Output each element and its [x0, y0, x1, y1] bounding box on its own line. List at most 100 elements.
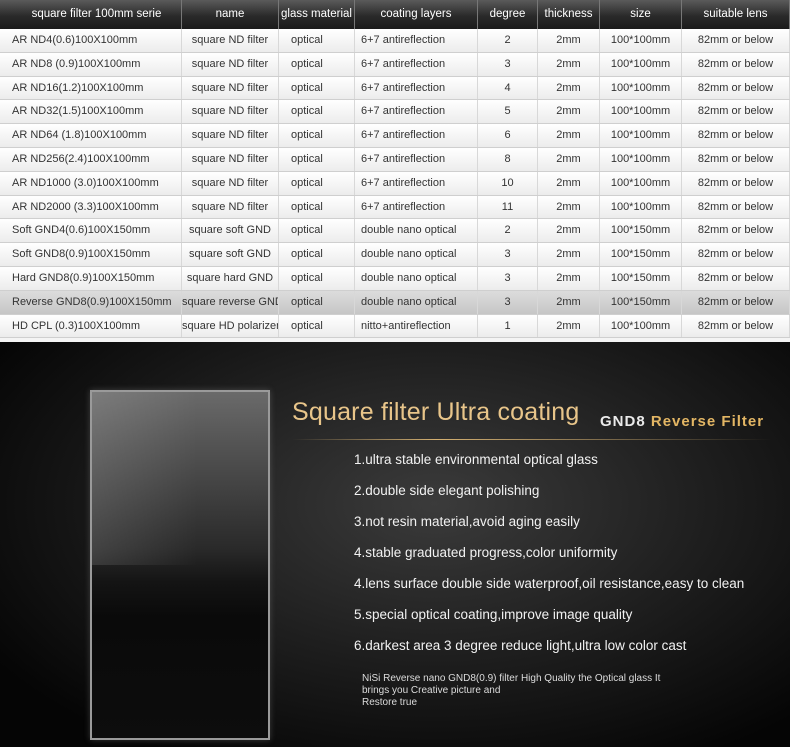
cell-suitable-lens: 82mm or below	[682, 147, 790, 171]
cell-glass-material: optical	[279, 76, 355, 100]
cell-glass-material: optical	[279, 124, 355, 147]
cell-thickness: 2mm	[538, 171, 600, 195]
cell-degree: 8	[478, 147, 538, 171]
cell-suitable-lens: 82mm or below	[682, 219, 790, 243]
cell-degree: 3	[478, 243, 538, 266]
cell-name: square ND filter	[182, 195, 279, 219]
table-row: Soft GND4(0.6)100X150mm square soft GND op…	[0, 219, 790, 244]
cell-name: square ND filter	[182, 29, 279, 52]
cell-coating-layers: 6+7 antireflection	[355, 100, 478, 124]
cell-suitable-lens: 82mm or below	[682, 76, 790, 100]
cell-degree: 1	[478, 314, 538, 338]
header-degree: degree	[478, 0, 538, 29]
cell-glass-material: optical	[279, 290, 355, 314]
cell-coating-layers: 6+7 antireflection	[355, 171, 478, 195]
cell-thickness: 2mm	[538, 100, 600, 124]
cell-size: 100*150mm	[600, 266, 682, 290]
cell-glass-material: optical	[279, 243, 355, 266]
cell-degree: 2	[478, 219, 538, 243]
table-row: AR ND16(1.2)100X100mm square ND filter opt…	[0, 76, 790, 101]
feature-item: 3.not resin material,avoid aging easily	[354, 514, 580, 529]
table-row: Soft GND8(0.9)100X150mm square soft GND op…	[0, 243, 790, 267]
cell-thickness: 2mm	[538, 314, 600, 338]
cell-thickness: 2mm	[538, 243, 600, 266]
description-line: Restore true	[362, 697, 418, 708]
cell-serie: AR ND8 (0.9)100X100mm	[0, 52, 182, 76]
cell-name: square hard GND	[182, 266, 279, 290]
cell-thickness: 2mm	[538, 29, 600, 52]
feature-item: 1.ultra stable environmental optical gla…	[354, 452, 598, 467]
cell-size: 100*100mm	[600, 124, 682, 147]
header-size: size	[600, 0, 682, 29]
cell-thickness: 2mm	[538, 266, 600, 290]
cell-size: 100*100mm	[600, 195, 682, 219]
cell-coating-layers: 6+7 antireflection	[355, 76, 478, 100]
feature-list: 1.ultra stable environmental optical gla…	[354, 444, 744, 661]
cell-glass-material: optical	[279, 195, 355, 219]
header-glass-material: glass material	[279, 0, 355, 29]
spec-table-header: square filter 100mm serie name glass mat…	[0, 0, 790, 29]
cell-thickness: 2mm	[538, 195, 600, 219]
cell-coating-layers: 6+7 antireflection	[355, 52, 478, 76]
feature-item: 6.darkest area 3 degree reduce light,ult…	[354, 638, 687, 653]
gnd-badge: GND8 Reverse Filter	[600, 413, 764, 430]
cell-degree: 2	[478, 29, 538, 52]
table-row: AR ND256(2.4)100X100mm square ND filter op…	[0, 147, 790, 172]
cell-degree: 6	[478, 124, 538, 147]
badge-gnd8: GND8	[600, 413, 646, 430]
cell-glass-material: optical	[279, 52, 355, 76]
cell-coating-layers: double nano optical	[355, 290, 478, 314]
cell-suitable-lens: 82mm or below	[682, 290, 790, 314]
headline-divider	[292, 439, 772, 440]
cell-thickness: 2mm	[538, 124, 600, 147]
table-row: AR ND32(1.5)100X100mm square ND filter opt…	[0, 100, 790, 125]
feature-item: 4.stable graduated progress,color unifor…	[354, 545, 618, 560]
spec-table-body: AR ND4(0.6)100X100mm square ND filter opti…	[0, 29, 790, 339]
cell-coating-layers: double nano optical	[355, 219, 478, 243]
cell-suitable-lens: 82mm or below	[682, 266, 790, 290]
table-row: AR ND64 (1.8)100X100mm square ND filter op…	[0, 124, 790, 148]
cell-suitable-lens: 82mm or below	[682, 171, 790, 195]
cell-thickness: 2mm	[538, 219, 600, 243]
cell-degree: 3	[478, 290, 538, 314]
promo-banner: Square filter Ultra coating GND8 Reverse…	[0, 342, 790, 747]
cell-degree: 3	[478, 52, 538, 76]
cell-glass-material: optical	[279, 266, 355, 290]
cell-size: 100*100mm	[600, 100, 682, 124]
cell-suitable-lens: 82mm or below	[682, 124, 790, 147]
cell-size: 100*150mm	[600, 290, 682, 314]
filter-glass-image	[90, 390, 270, 740]
cell-thickness: 2mm	[538, 290, 600, 314]
cell-suitable-lens: 82mm or below	[682, 100, 790, 124]
cell-size: 100*100mm	[600, 76, 682, 100]
cell-degree: 3	[478, 266, 538, 290]
cell-degree: 4	[478, 76, 538, 100]
cell-serie: AR ND64 (1.8)100X100mm	[0, 124, 182, 147]
cell-suitable-lens: 82mm or below	[682, 52, 790, 76]
table-row: AR ND8 (0.9)100X100mm square ND filter opt…	[0, 52, 790, 77]
table-row: Hard GND8(0.9)100X150mm square hard GND op…	[0, 266, 790, 291]
cell-name: square ND filter	[182, 147, 279, 171]
cell-size: 100*100mm	[600, 147, 682, 171]
table-row: AR ND2000 (3.3)100X100mm square ND filter…	[0, 195, 790, 220]
cell-thickness: 2mm	[538, 147, 600, 171]
cell-name: square reverse GND	[182, 290, 279, 314]
cell-suitable-lens: 82mm or below	[682, 243, 790, 266]
cell-size: 100*150mm	[600, 243, 682, 266]
cell-coating-layers: 6+7 antireflection	[355, 195, 478, 219]
cell-coating-layers: double nano optical	[355, 266, 478, 290]
cell-coating-layers: 6+7 antireflection	[355, 29, 478, 52]
cell-coating-layers: double nano optical	[355, 243, 478, 266]
product-description: NiSi Reverse nano GND8(0.9) filter High …	[362, 673, 742, 709]
cell-size: 100*150mm	[600, 219, 682, 243]
cell-name: square ND filter	[182, 124, 279, 147]
description-line: NiSi Reverse nano GND8(0.9) filter High …	[362, 673, 661, 684]
cell-serie: Soft GND4(0.6)100X150mm	[0, 219, 182, 243]
description-line: brings you Creative picture and	[362, 685, 501, 696]
header-serie: square filter 100mm serie	[0, 0, 182, 29]
promo-headline: Square filter Ultra coating	[292, 398, 580, 426]
cell-coating-layers: 6+7 antireflection	[355, 124, 478, 147]
cell-name: square ND filter	[182, 171, 279, 195]
header-name: name	[182, 0, 279, 29]
cell-size: 100*100mm	[600, 314, 682, 338]
